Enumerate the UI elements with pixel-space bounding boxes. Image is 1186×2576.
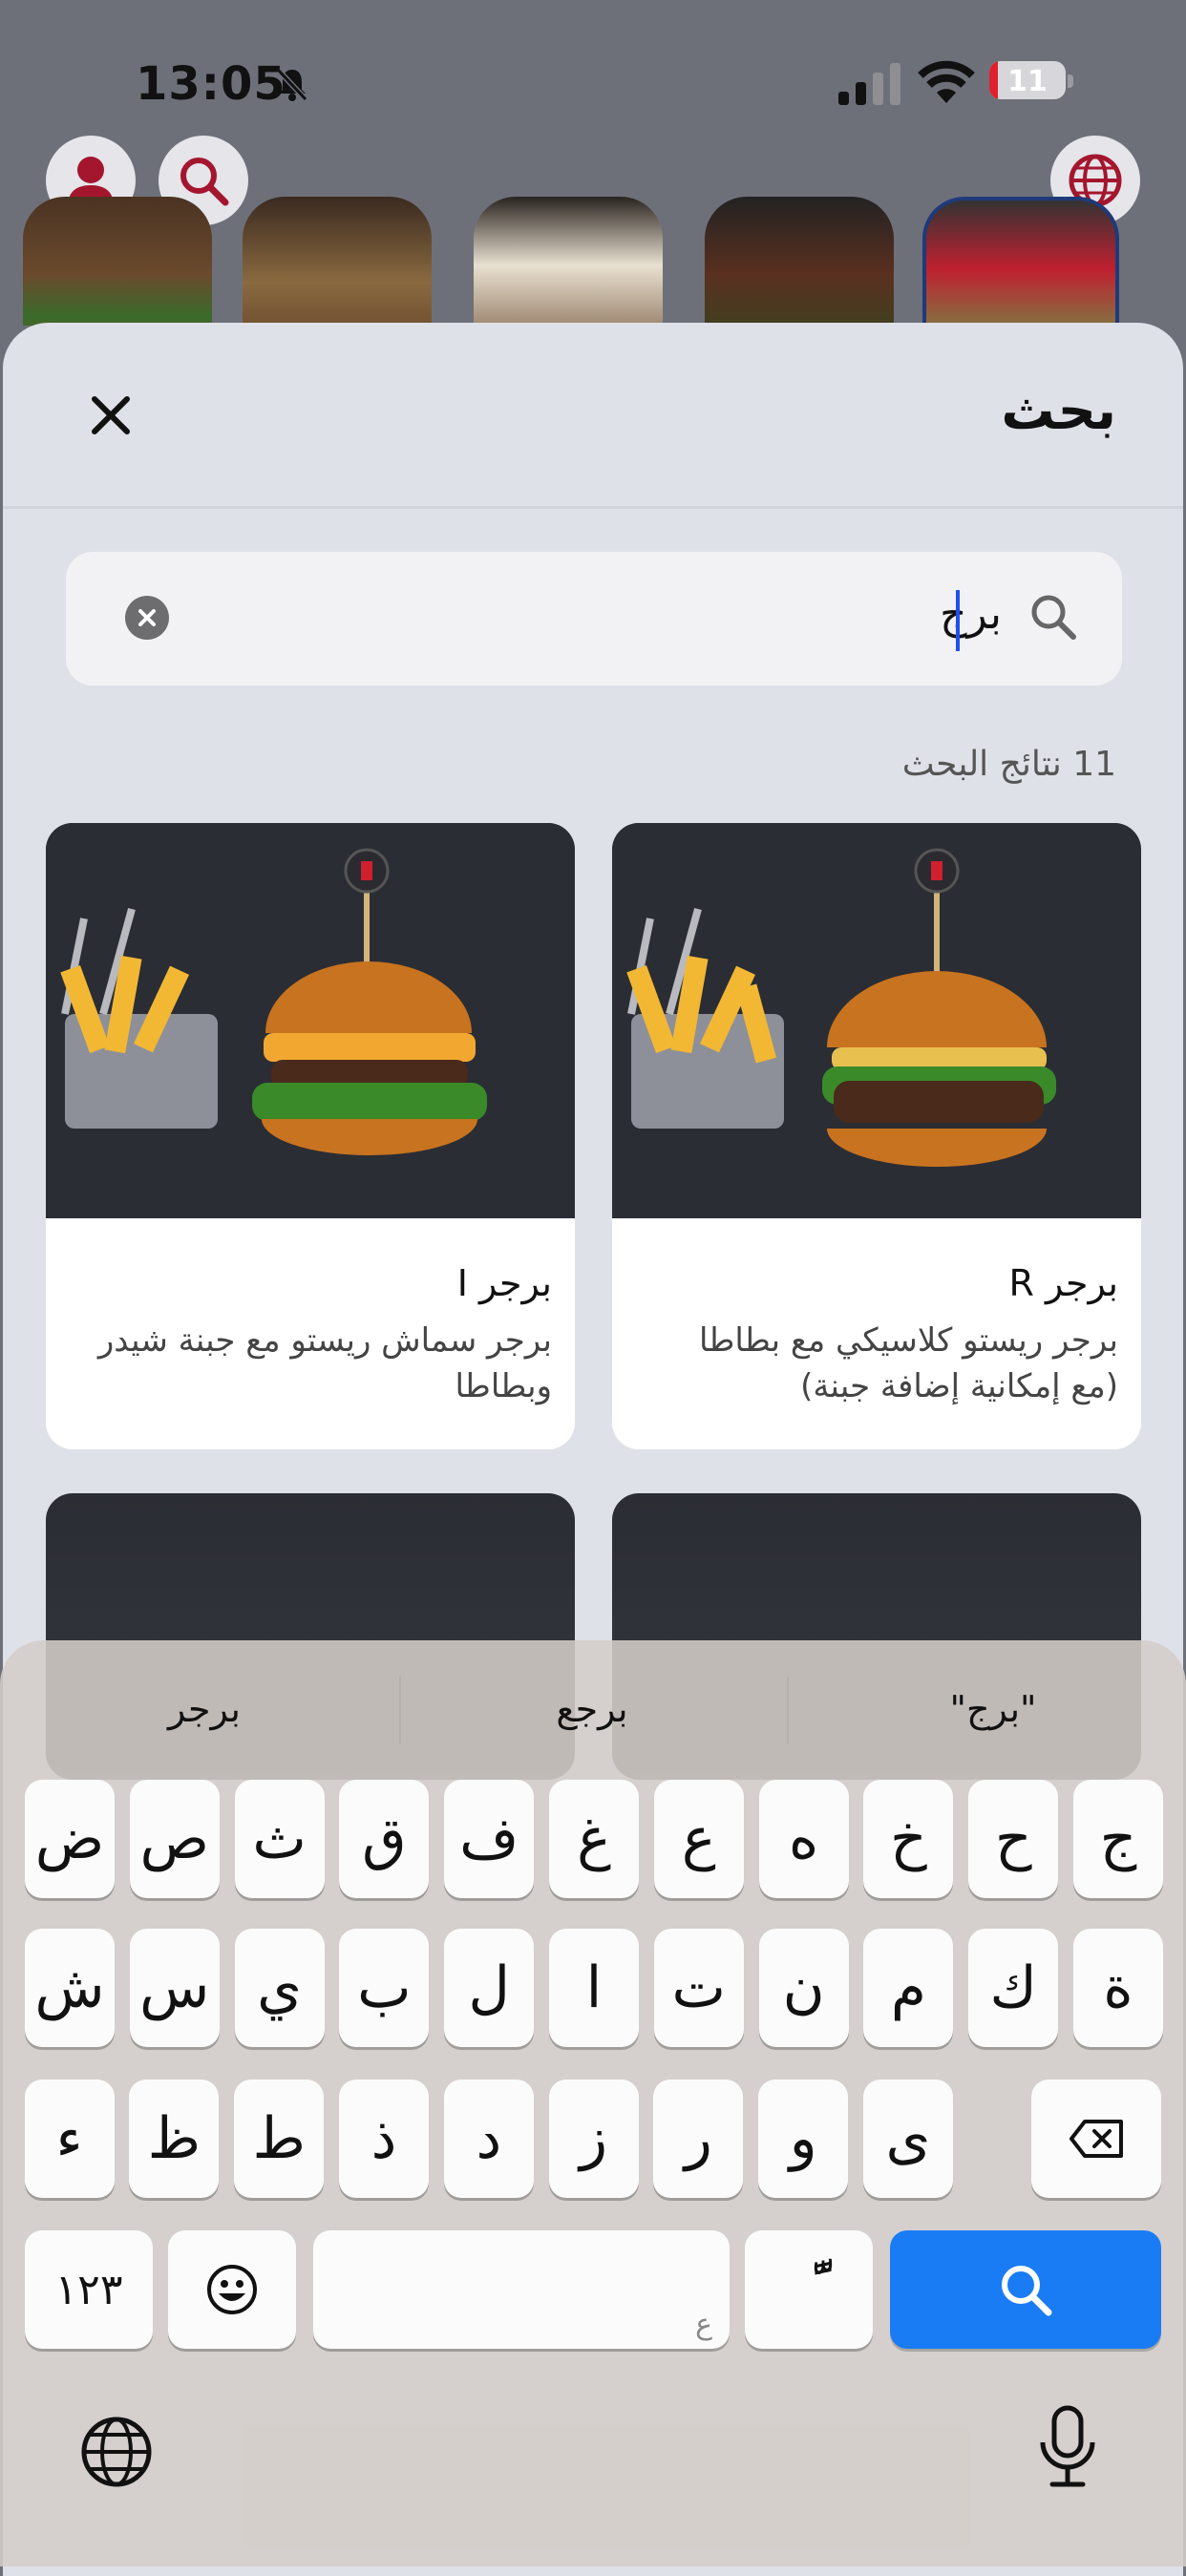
- product-name: برجر I: [456, 1262, 552, 1304]
- numbers-key[interactable]: ١٢٣: [25, 2230, 153, 2349]
- bell-slash-icon: [276, 68, 308, 102]
- product-desc-line: (مع إمكانية إضافة جبنة): [800, 1367, 1118, 1405]
- diacritic-key[interactable]: ًّ: [745, 2230, 873, 2349]
- category-thumb[interactable]: [922, 197, 1119, 326]
- key[interactable]: ا: [549, 1929, 639, 2047]
- space-hint: ع: [695, 2308, 712, 2341]
- keyboard: "برج" برجع برجر جحخهعغفقثصض ةكمنتالبيسش …: [0, 1640, 1186, 2566]
- category-thumb[interactable]: [705, 197, 894, 326]
- key[interactable]: ر: [653, 2080, 744, 2198]
- product-description: برجر سماش ريستو مع جبنة شيدر وبطاطا: [98, 1318, 552, 1409]
- battery-level: 11: [1007, 65, 1048, 98]
- product-desc-line: برجر سماش ريستو مع جبنة شيدر: [97, 1321, 552, 1360]
- product-image: [612, 823, 1141, 1218]
- key[interactable]: ع: [653, 1780, 744, 1898]
- key[interactable]: ء: [24, 2080, 115, 2198]
- suggestion[interactable]: برجر: [23, 1688, 386, 1730]
- keyboard-search-key[interactable]: [890, 2230, 1161, 2349]
- product-desc-line: وبطاطا: [455, 1367, 552, 1405]
- key[interactable]: ث: [234, 1780, 325, 1898]
- status-bar: 13:05 11: [0, 0, 1186, 162]
- suggestion-divider: [787, 1677, 789, 1743]
- key[interactable]: د: [443, 2080, 534, 2198]
- emoji-key[interactable]: [168, 2230, 296, 2349]
- key[interactable]: ش: [25, 1929, 115, 2047]
- key[interactable]: خ: [863, 1780, 954, 1898]
- signal-icon: [838, 63, 900, 105]
- key[interactable]: ن: [758, 1929, 849, 2047]
- divider: [3, 506, 1183, 509]
- status-time: 13:05: [136, 57, 286, 111]
- key[interactable]: ب: [339, 1929, 430, 2047]
- battery-indicator: 11: [989, 61, 1066, 99]
- product-name: برجر R: [1008, 1262, 1119, 1304]
- key[interactable]: ذ: [339, 2080, 429, 2198]
- category-thumb[interactable]: [243, 197, 432, 326]
- key[interactable]: م: [863, 1929, 954, 2047]
- backspace-key[interactable]: [1031, 2080, 1161, 2198]
- product-desc-line: برجر ريستو كلاسيكي مع بطاطا: [698, 1321, 1118, 1360]
- key[interactable]: ة: [1073, 1929, 1163, 2047]
- result-card[interactable]: برجر I برجر سماش ريستو مع جبنة شيدر وبطا…: [46, 823, 575, 1449]
- backspace-icon: [1070, 2120, 1123, 2158]
- suggestion[interactable]: برجع: [411, 1688, 773, 1730]
- key[interactable]: و: [758, 2080, 849, 2198]
- search-query[interactable]: برج: [940, 590, 1002, 639]
- key[interactable]: ى: [863, 2080, 953, 2198]
- key[interactable]: ه: [758, 1780, 849, 1898]
- key[interactable]: ق: [339, 1780, 430, 1898]
- category-thumb[interactable]: [474, 197, 663, 326]
- sheet-title: بحث: [1001, 380, 1116, 442]
- close-icon[interactable]: [87, 391, 135, 439]
- clear-icon: [138, 609, 156, 626]
- suggestion-divider: [399, 1677, 401, 1743]
- key[interactable]: ي: [234, 1929, 325, 2047]
- clear-search-button[interactable]: [125, 596, 169, 640]
- text-caret: [956, 590, 960, 651]
- suggestion[interactable]: "برج": [812, 1688, 1175, 1730]
- globe-icon[interactable]: [78, 2414, 155, 2490]
- product-description: برجر ريستو كلاسيكي مع بطاطا (مع إمكانية …: [699, 1318, 1118, 1409]
- battery-tip: [1068, 74, 1073, 88]
- key[interactable]: ت: [653, 1929, 744, 2047]
- key[interactable]: ط: [234, 2080, 325, 2198]
- key[interactable]: ح: [968, 1780, 1059, 1898]
- search-input[interactable]: برج: [66, 552, 1122, 686]
- key[interactable]: ك: [968, 1929, 1059, 2047]
- key[interactable]: س: [129, 1929, 220, 2047]
- space-key[interactable]: ع: [313, 2230, 730, 2349]
- search-icon: [1002, 2266, 1052, 2316]
- emoji-icon: [207, 2265, 257, 2314]
- key[interactable]: ز: [548, 2080, 639, 2198]
- result-card[interactable]: برجر R برجر ريستو كلاسيكي مع بطاطا (مع إ…: [612, 823, 1141, 1449]
- search-icon: [1031, 595, 1076, 640]
- key[interactable]: ف: [444, 1780, 535, 1898]
- key[interactable]: ل: [444, 1929, 535, 2047]
- key[interactable]: ص: [129, 1780, 220, 1898]
- key[interactable]: غ: [549, 1780, 639, 1898]
- results-count: 11 نتائج البحث: [901, 745, 1116, 784]
- key[interactable]: ج: [1073, 1780, 1163, 1898]
- category-thumb[interactable]: [23, 197, 212, 326]
- key[interactable]: ظ: [129, 2080, 220, 2198]
- mic-icon[interactable]: [1037, 2404, 1098, 2490]
- wifi-icon: [918, 60, 975, 103]
- key[interactable]: ض: [25, 1780, 115, 1898]
- category-strip: [0, 197, 1186, 326]
- product-image: [46, 823, 575, 1218]
